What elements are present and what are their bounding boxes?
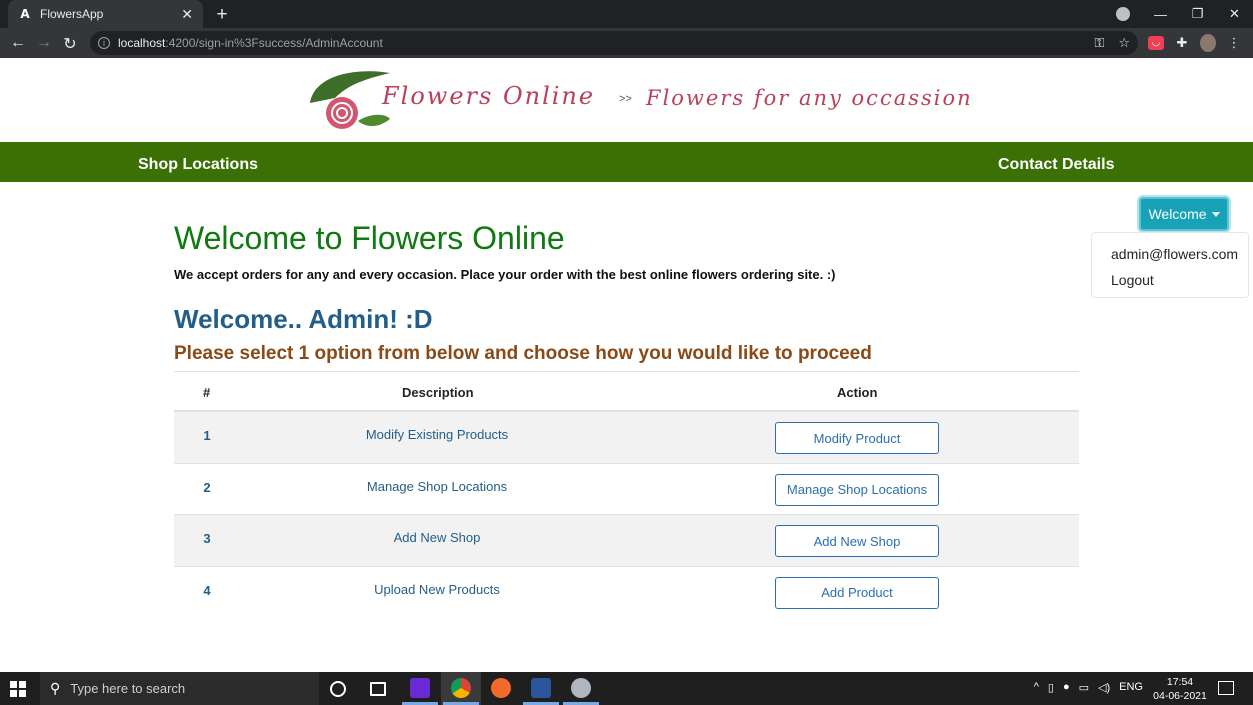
welcome-button-label: Welcome [1148, 206, 1207, 222]
media-control-icon[interactable] [1116, 7, 1130, 21]
reload-icon[interactable]: ↻ [60, 34, 80, 54]
close-window-icon[interactable]: ✕ [1216, 6, 1253, 22]
new-tab-plus-icon[interactable]: + [212, 4, 232, 26]
profile-avatar[interactable] [1200, 34, 1216, 52]
search-icon: ⚲ [50, 680, 61, 696]
row-number: 3 [203, 531, 211, 546]
url-host: localhost [118, 36, 166, 50]
manage-shop-locations-button[interactable]: Manage Shop Locations [775, 473, 939, 506]
extensions-puzzle-icon[interactable]: ✚ [1174, 35, 1190, 51]
chrome-icon[interactable] [451, 678, 471, 698]
key-icon[interactable]: ⚿ [1094, 35, 1104, 51]
battery-icon[interactable]: ▭ [1079, 681, 1089, 694]
brand-tagline: Flowers for any occassion [646, 86, 973, 110]
windows-start-icon[interactable] [10, 681, 26, 697]
row-number: 2 [203, 479, 211, 495]
table-row: 2 Manage Shop Locations Manage Shop Loca… [174, 464, 1079, 515]
table-row: 1 Modify Existing Products Modify Produc… [174, 412, 1079, 464]
table-row: 3 Add New Shop Add New Shop [174, 515, 1079, 567]
address-bar[interactable]: i localhost :4200/sign-in%3Fsuccess/Admi… [90, 31, 1138, 55]
nav-shop-locations[interactable]: Shop Locations [138, 156, 258, 174]
minimize-icon[interactable]: — [1142, 7, 1179, 22]
site-info-icon[interactable]: i [98, 37, 110, 49]
brand-separator: >> [619, 93, 632, 105]
admin-greeting: Welcome.. Admin! :D [174, 304, 433, 334]
row-description: Manage Shop Locations [366, 478, 508, 494]
page-content: Flowers Online >> Flowers for any occass… [0, 58, 1253, 672]
system-tray: ^ ▯ ● ▭ ◁) ENG [1034, 681, 1143, 694]
tray-device-icon[interactable]: ▯ [1048, 681, 1054, 694]
dropdown-item-logout[interactable]: Logout [1111, 272, 1154, 288]
tab-title: FlowersApp [40, 7, 104, 21]
angular-favicon-icon: A [20, 7, 30, 21]
taskbar-search-box[interactable]: ⚲ Type here to search [40, 672, 319, 705]
clock-time: 17:54 [1166, 676, 1194, 688]
user-dropdown-menu: admin@flowers.com Logout [1091, 232, 1249, 298]
site-banner: Flowers Online >> Flowers for any occass… [0, 58, 1253, 142]
taskbar-clock[interactable]: 17:54 04-06-2021 [1150, 675, 1210, 703]
task-view-icon[interactable] [370, 682, 386, 696]
tray-chevron-up-icon[interactable]: ^ [1034, 681, 1039, 694]
browser-tab-strip: A FlowersApp ✕ + — ❐ ✕ [0, 0, 1253, 28]
welcome-dropdown-button[interactable]: Welcome [1139, 197, 1229, 231]
browser-tab[interactable]: A FlowersApp ✕ [8, 0, 203, 28]
table-header: # Description Action [174, 371, 1079, 412]
row-description: Add New Shop [393, 530, 481, 545]
header-action: Action [837, 385, 878, 400]
modify-product-button[interactable]: Modify Product [775, 422, 939, 454]
back-arrow-icon[interactable]: ← [8, 34, 28, 52]
forward-arrow-icon[interactable]: → [34, 34, 54, 52]
word-icon[interactable] [531, 678, 551, 698]
language-indicator[interactable]: ENG [1119, 681, 1143, 694]
taskbar-search-placeholder: Type here to search [70, 681, 186, 696]
row-number: 4 [203, 582, 211, 598]
add-new-shop-button[interactable]: Add New Shop [775, 525, 939, 557]
volume-icon[interactable]: ◁) [1098, 681, 1110, 694]
nav-contact-details[interactable]: Contact Details [998, 156, 1114, 174]
brand-name: Flowers Online [382, 82, 596, 110]
cortana-icon[interactable] [330, 681, 346, 697]
clock-date: 04-06-2021 [1153, 690, 1207, 702]
notifications-icon[interactable] [1218, 681, 1234, 695]
pocket-extension-icon[interactable]: ◡ [1148, 36, 1164, 50]
page-lead: We accept orders for any and every occas… [174, 267, 836, 282]
bookmark-star-icon[interactable]: ☆ [1118, 35, 1130, 51]
intellij-icon[interactable] [410, 678, 430, 698]
paint-icon[interactable] [571, 678, 591, 698]
header-number: # [203, 385, 211, 400]
row-description: Modify Existing Products [365, 427, 509, 442]
header-description: Description [402, 385, 474, 400]
tab-close-icon[interactable]: ✕ [181, 6, 193, 23]
instruction-text: Please select 1 option from below and ch… [174, 343, 872, 364]
dropdown-item-email[interactable]: admin@flowers.com [1111, 246, 1238, 262]
url-path: :4200/sign-in%3Fsuccess/AdminAccount [165, 36, 383, 50]
row-description: Upload New Products [374, 581, 500, 597]
admin-options-table: # Description Action 1 Modify Existing P… [174, 371, 1079, 618]
windows-taskbar: ⚲ Type here to search ^ ▯ ● ▭ ◁) ENG 17:… [0, 672, 1253, 705]
main-navbar: Shop Locations Contact Details [0, 142, 1253, 182]
caret-down-icon [1211, 211, 1220, 217]
postman-icon[interactable] [491, 678, 511, 698]
window-controls: — ❐ ✕ [1142, 0, 1253, 28]
row-number: 1 [203, 428, 211, 443]
page-title: Welcome to Flowers Online [174, 220, 565, 256]
table-row: 4 Upload New Products Add Product [174, 567, 1079, 619]
browser-toolbar: ← → ↻ i localhost :4200/sign-in%3Fsucces… [0, 28, 1253, 58]
restore-icon[interactable]: ❐ [1179, 6, 1216, 22]
microphone-icon[interactable]: ● [1063, 681, 1070, 694]
add-product-button[interactable]: Add Product [775, 576, 939, 609]
menu-kebab-icon[interactable]: ⋮ [1226, 35, 1242, 51]
